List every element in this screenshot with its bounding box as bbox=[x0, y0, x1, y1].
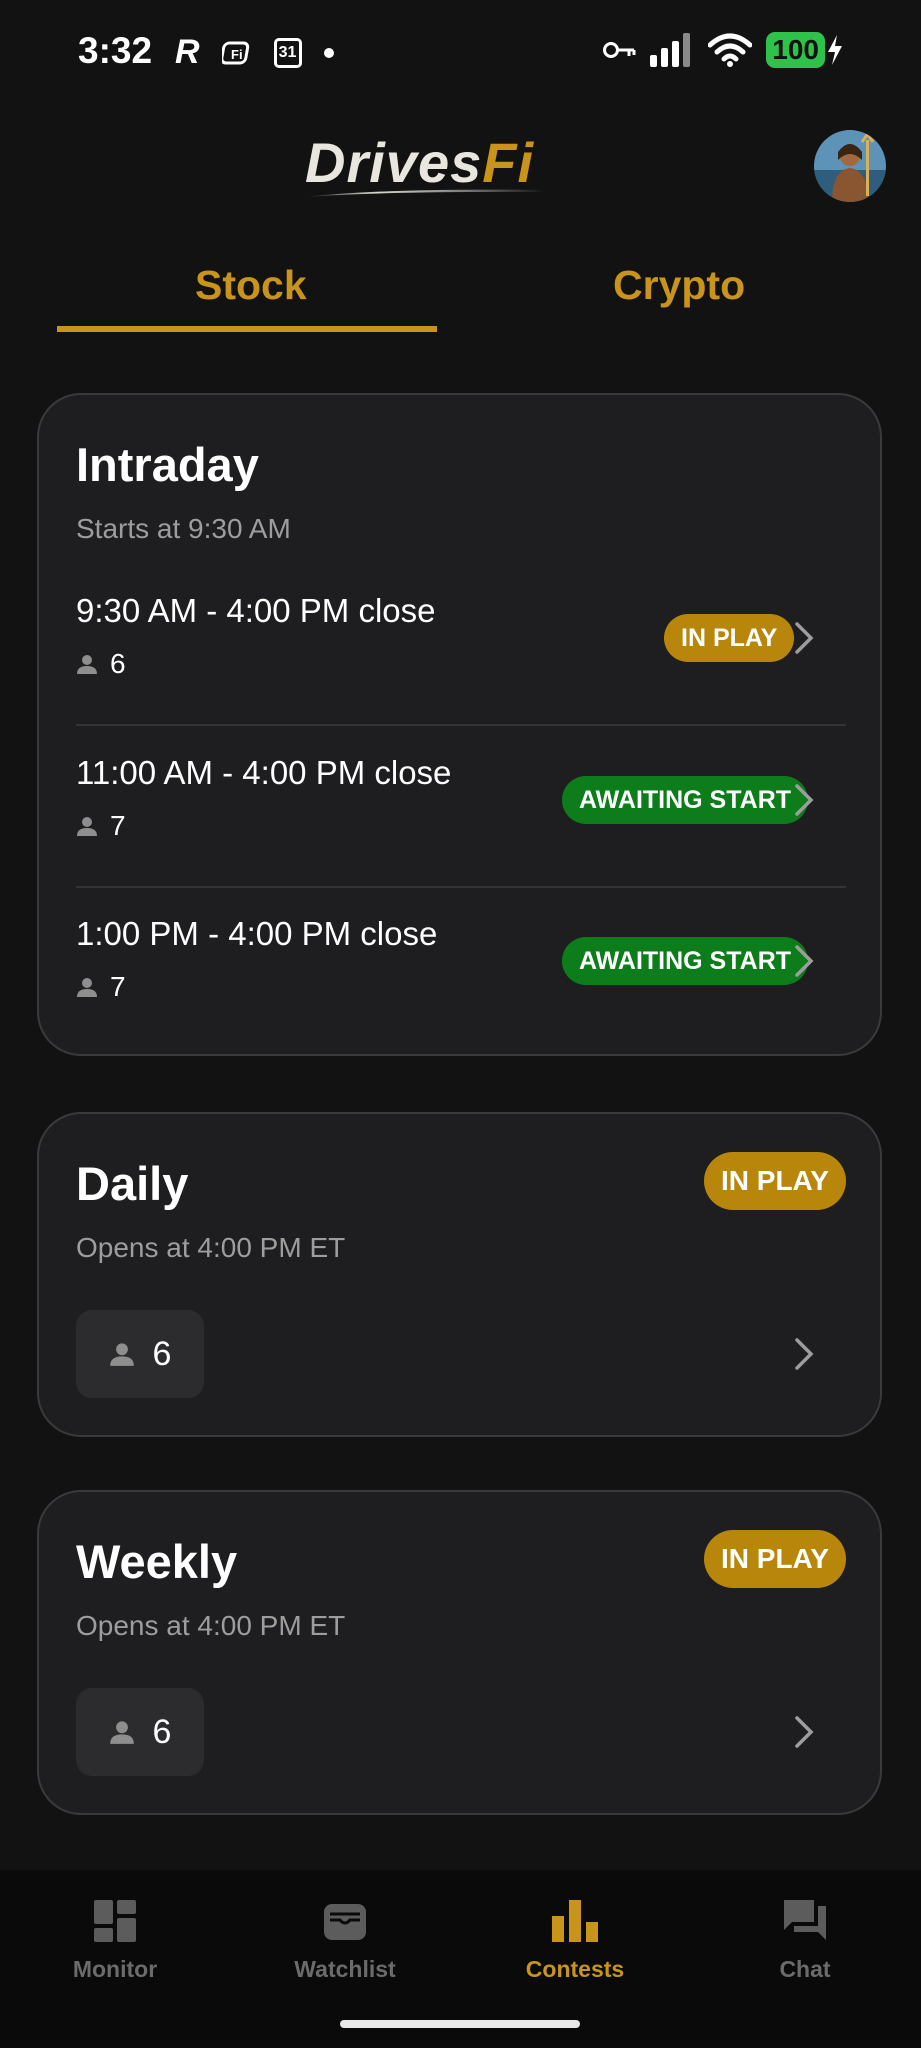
wifi-icon bbox=[708, 33, 753, 67]
nav-monitor[interactable]: Monitor bbox=[0, 1892, 230, 1983]
nav-label: Chat bbox=[779, 1956, 831, 1982]
fi-app-icon: Fi bbox=[221, 41, 249, 64]
participant-count: 6 bbox=[76, 1310, 204, 1398]
status-bar: 3:32 R Fi 31 100 bbox=[0, 0, 921, 106]
intraday-contest-row[interactable]: 9:30 AM - 4:00 PM close 6 IN PLAY bbox=[76, 580, 846, 720]
daily-subtitle: Opens at 4:00 PM ET bbox=[76, 1232, 346, 1263]
participant-count: 6 bbox=[76, 648, 126, 680]
battery-level: 100 bbox=[766, 32, 825, 68]
contest-time: 1:00 PM - 4:00 PM close bbox=[76, 915, 438, 952]
avatar[interactable] bbox=[814, 130, 886, 202]
cell-signal-icon bbox=[650, 33, 691, 67]
logo-swoosh bbox=[305, 189, 545, 197]
active-tab-indicator bbox=[57, 326, 437, 332]
person-icon bbox=[109, 1343, 134, 1366]
wallet-icon bbox=[324, 1904, 366, 1940]
intraday-subtitle: Starts at 9:30 AM bbox=[76, 513, 291, 544]
dot-icon bbox=[323, 47, 334, 58]
bar-chart-icon bbox=[552, 1900, 598, 1942]
dashboard-icon bbox=[94, 1900, 136, 1942]
charging-bolt-icon bbox=[828, 35, 842, 65]
nav-chat[interactable]: Chat bbox=[690, 1892, 920, 1983]
app-header: DrivesFi bbox=[0, 120, 921, 210]
person-icon bbox=[77, 655, 97, 674]
tab-crypto[interactable]: Crypto bbox=[613, 262, 745, 309]
chevron-right-icon bbox=[795, 1338, 814, 1370]
chevron-right-icon bbox=[795, 622, 814, 654]
chat-icon bbox=[784, 1900, 826, 1940]
intraday-card: Intraday Starts at 9:30 AM 9:30 AM - 4:0… bbox=[37, 393, 882, 1056]
status-badge: AWAITING START bbox=[562, 776, 809, 824]
tab-stock[interactable]: Stock bbox=[195, 262, 307, 309]
row-divider bbox=[76, 886, 846, 888]
chevron-right-icon bbox=[795, 784, 814, 816]
participant-count: 6 bbox=[76, 1688, 204, 1776]
nav-label: Watchlist bbox=[294, 1956, 396, 1982]
status-time: 3:32 bbox=[78, 30, 153, 71]
status-badge: IN PLAY bbox=[664, 614, 795, 662]
market-tabs: Stock Crypto bbox=[57, 262, 865, 336]
r-app-icon: R bbox=[175, 33, 200, 71]
status-badge: IN PLAY bbox=[704, 1152, 846, 1210]
person-icon bbox=[109, 1721, 134, 1744]
status-badge: IN PLAY bbox=[704, 1530, 846, 1588]
status-badge: AWAITING START bbox=[562, 937, 809, 985]
nav-label: Contests bbox=[525, 1956, 625, 1982]
person-icon bbox=[77, 978, 97, 997]
intraday-contest-row[interactable]: 1:00 PM - 4:00 PM close 7 AWAITING START bbox=[76, 903, 846, 1043]
svg-text:Fi: Fi bbox=[231, 47, 243, 62]
intraday-contest-row[interactable]: 11:00 AM - 4:00 PM close 7 AWAITING STAR… bbox=[76, 742, 846, 882]
chevron-right-icon bbox=[795, 1716, 814, 1748]
nav-watchlist[interactable]: Watchlist bbox=[230, 1892, 460, 1983]
key-icon bbox=[603, 42, 636, 58]
contest-time: 11:00 AM - 4:00 PM close bbox=[76, 754, 452, 791]
weekly-title: Weekly bbox=[76, 1535, 238, 1588]
home-indicator[interactable] bbox=[340, 2020, 580, 2028]
chevron-right-icon bbox=[795, 945, 814, 977]
weekly-subtitle: Opens at 4:00 PM ET bbox=[76, 1610, 346, 1641]
row-divider bbox=[76, 724, 846, 726]
participant-count: 7 bbox=[76, 810, 126, 842]
status-notification-icons: R Fi 31 bbox=[175, 33, 334, 72]
nav-label: Monitor bbox=[72, 1956, 158, 1982]
person-icon bbox=[77, 817, 97, 836]
contest-time: 9:30 AM - 4:00 PM close bbox=[76, 592, 436, 629]
daily-card[interactable]: Daily IN PLAY Opens at 4:00 PM ET 6 bbox=[37, 1112, 882, 1437]
participant-count: 7 bbox=[76, 971, 126, 1003]
weekly-card[interactable]: Weekly IN PLAY Opens at 4:00 PM ET 6 bbox=[37, 1490, 882, 1815]
intraday-title: Intraday bbox=[76, 438, 259, 491]
status-system-icons: 100 bbox=[602, 32, 845, 68]
nav-contests[interactable]: Contests bbox=[460, 1892, 690, 1983]
avatar-image bbox=[814, 130, 886, 202]
daily-title: Daily bbox=[76, 1157, 189, 1210]
battery-indicator: 100 bbox=[766, 32, 845, 68]
calendar-icon: 31 bbox=[273, 37, 302, 68]
